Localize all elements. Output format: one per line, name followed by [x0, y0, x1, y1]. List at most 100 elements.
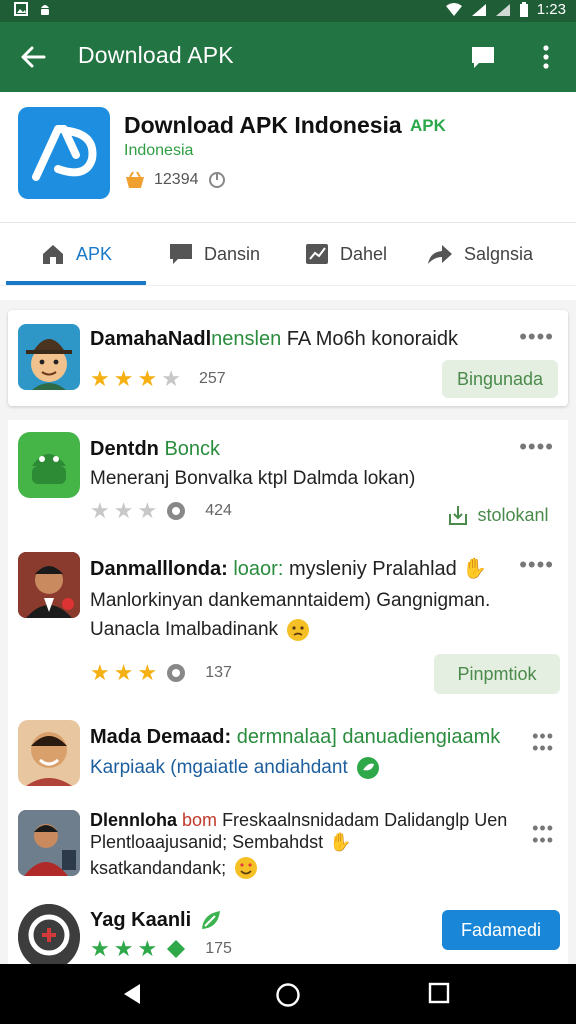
item-name-rest: Freskaalnsnidadam Dalidanglp Uen	[222, 810, 508, 830]
image-icon	[14, 2, 28, 16]
nav-recents-icon[interactable]	[428, 982, 450, 1004]
status-bar: 1:23	[0, 0, 576, 22]
rating-stars: ★ ★ ★ 424	[90, 498, 232, 524]
item-name: Mada Demaad: dermnalaa] danuadiengiaamk	[90, 726, 500, 749]
star-icon: ★	[90, 660, 110, 685]
app-logo-icon	[18, 904, 80, 970]
item-description-b: ksatkandandank;	[90, 857, 227, 878]
app-list: DamahaNadlnenslen FA Mo6h konoraidk ••••…	[0, 300, 576, 970]
list-item[interactable]: Dentdn Bonck •••• Meneranj Bonvalka ktpl…	[8, 420, 568, 539]
tab-apk[interactable]: APK	[40, 237, 112, 271]
signal-icon	[471, 3, 486, 16]
item-name: DamahaNadlnenslen FA Mo6h konoraidk	[90, 328, 458, 351]
list-item[interactable]: Mada Demaad: dermnalaa] danuadiengiaamk …	[8, 708, 568, 797]
item-name: Dentdn Bonck	[90, 438, 220, 461]
eye-icon	[167, 664, 186, 682]
item-name-rest: FA Mo6h konoraidk	[286, 328, 458, 350]
item-name-bold: Dlennloha	[90, 810, 178, 830]
apk-badge: APK	[410, 116, 446, 135]
more-grid-icon[interactable]: ••• •••	[532, 819, 554, 849]
item-name-green: Bonck	[164, 438, 221, 460]
item-name-green: dermnalaa] danuadiengiaamk	[236, 726, 501, 748]
battery-icon	[519, 1, 528, 17]
rating-count: 137	[205, 664, 232, 681]
star-icon: ★	[90, 366, 110, 391]
nav-home-icon[interactable]	[275, 982, 301, 1008]
more-vert-icon[interactable]	[536, 42, 556, 72]
star-icon: ★	[90, 936, 110, 961]
more-horiz-icon[interactable]: ••••	[519, 434, 554, 460]
tab-label: Salgnsia	[464, 243, 534, 264]
hand-emoji-icon: ✋	[462, 558, 488, 580]
status-time: 1:23	[536, 1, 566, 18]
system-nav-bar	[0, 964, 576, 1024]
star-icon: ★	[137, 660, 158, 685]
list-item[interactable]: Danmalllonda: loaor: mysleniy Pralahlad …	[8, 538, 568, 709]
item-name-bold: Dentdn	[90, 438, 159, 460]
item-name-bold: Danmalllonda:	[90, 558, 228, 580]
download-button[interactable]: stolokanl	[440, 496, 556, 534]
app-logo-icon	[18, 107, 110, 199]
item-name-rest: mysleniy Pralahlad	[288, 558, 457, 580]
message-icon[interactable]	[470, 44, 496, 70]
install-button[interactable]: Fadamedi	[442, 910, 560, 950]
item-name-bold: Yag Kaanli	[90, 908, 192, 931]
app-subtitle: Indonesia	[124, 142, 194, 159]
emoji-face-icon	[287, 619, 310, 641]
list-item[interactable]: Yag Kaanli ★ ★ ★ 175 Fadamedi	[8, 892, 568, 970]
active-tab-indicator	[6, 281, 146, 285]
list-item[interactable]: DamahaNadlnenslen FA Mo6h konoraidk ••••…	[8, 310, 568, 406]
leaf-icon	[356, 757, 379, 779]
rating-count: 257	[198, 370, 226, 387]
eye-icon	[167, 502, 186, 520]
app-header: Download APK Indonesia APK Indonesia 123…	[0, 92, 576, 222]
star-icon: ★	[137, 936, 158, 961]
tab-bar: APK Dansin Dahel Salgnsia	[0, 222, 576, 286]
star-icon: ★	[113, 498, 134, 523]
item-description: Manlorkinyan dankemanntaidem) Gangnigman…	[90, 590, 491, 611]
nav-back-icon[interactable]	[120, 982, 144, 1006]
download-label: stolokanl	[477, 504, 549, 525]
more-grid-icon[interactable]: ••• •••	[532, 727, 554, 757]
tab-label: Dansin	[204, 243, 261, 264]
more-horiz-icon[interactable]: ••••	[519, 324, 554, 350]
item-description-text: Plentloaajusanid; Sembahdst	[90, 832, 324, 852]
avatar	[18, 810, 80, 876]
item-description: Karpiaak (mgaiatle andiahdant	[90, 756, 380, 780]
app-meta: 12394	[124, 170, 227, 190]
more-horiz-icon[interactable]: ••••	[519, 552, 554, 578]
chart-icon	[306, 244, 328, 264]
item-name-red: bom	[182, 810, 218, 830]
star-icon: ★	[137, 498, 158, 523]
rating-stars: ★ ★ ★ 137	[90, 660, 232, 686]
item-description-text: Karpiaak (mgaiatle andiahdant	[90, 757, 348, 778]
android-icon	[41, 5, 49, 15]
rating-stars: ★ ★ ★ ★ 257	[90, 366, 226, 392]
item-description-2: ksatkandandank;	[90, 856, 258, 880]
tab-dansin[interactable]: Dansin	[168, 237, 260, 271]
tab-dahel[interactable]: Dahel	[304, 237, 387, 271]
item-description-2: Uanacla Imalbadinank	[90, 618, 310, 642]
back-arrow-icon[interactable]	[18, 42, 48, 72]
home-icon	[43, 245, 63, 264]
tab-salgnsia[interactable]: Salgnsia	[426, 237, 533, 271]
app-download-count: 12394	[154, 171, 199, 188]
item-name-green: nenslen	[211, 328, 282, 350]
item-name-bold: DamahaNadl	[90, 328, 212, 350]
rating-count: 424	[205, 502, 232, 519]
rating-stars: ★ ★ ★ 175	[90, 936, 232, 962]
item-description: Meneranj Bonvalka ktpl Dalmda lokan)	[90, 468, 416, 489]
android-app-icon	[18, 432, 80, 498]
install-button[interactable]: Bingunada	[442, 360, 558, 398]
share-icon	[428, 245, 452, 264]
app-title: Download APK Indonesia	[124, 112, 402, 138]
verified-leaf-icon	[202, 911, 221, 929]
download-icon	[449, 506, 468, 525]
app-bar: Download APK	[0, 22, 576, 92]
page-title: Download APK	[78, 42, 234, 68]
tag-icon	[167, 940, 186, 958]
avatar	[18, 324, 80, 390]
list-item[interactable]: Dlennloha bom Freskaalnsnidadam Dalidang…	[8, 796, 568, 893]
install-button[interactable]: Pinpmtiok	[434, 654, 560, 694]
chat-icon	[170, 244, 192, 264]
